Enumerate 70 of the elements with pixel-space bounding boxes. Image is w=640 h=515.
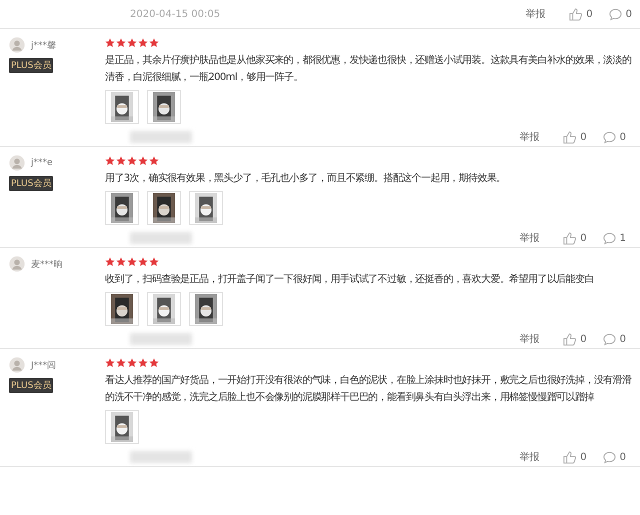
star-icon [116,257,126,267]
report-link[interactable]: 举报 [525,7,546,21]
report-link[interactable]: 举报 [519,130,540,144]
avatar-icon [9,357,25,373]
star-icon [105,38,115,48]
report-link[interactable]: 举报 [519,231,540,245]
star-icon [149,257,159,267]
thumbs-up-icon[interactable] [563,232,576,244]
comment-icon[interactable] [608,8,622,20]
star-icon [138,257,148,267]
like-count: 0 [580,334,587,344]
comment-count: 0 [620,452,626,462]
review-photo[interactable] [105,191,139,225]
comment-count: 1 [620,232,626,244]
review-photo[interactable] [147,90,181,124]
comment-icon[interactable] [602,232,616,244]
comment-count: 0 [626,8,632,20]
star-icon [138,156,148,166]
star-icon [105,358,115,368]
report-link[interactable]: 举报 [519,450,540,464]
like-count: 0 [580,232,587,244]
star-icon [149,358,159,368]
review-text: 用了3次，确实很有效果，黑头少了，毛孔也小多了，而且不紧绷。搭配这个一起用，期待效果。 [105,172,507,186]
review-photo[interactable] [105,410,139,444]
like-count: 0 [580,452,587,462]
thumbs-up-icon[interactable] [569,8,582,20]
star-icon [105,257,115,267]
review-text: 看达人推荐的国产好货品，一开始打开没有很浓的气味，白色的泥状，在脸上涂抹时也好抹开，敷完之后也很好洗掉，没有滑滑的洗不干净的感觉，洗完之后脸上也不会像别的泥膜那样干巴巴的，能看到鼻头有白头浮出来，用棉签慢慢蹭可以蹭掉 [105,374,632,405]
review-photo[interactable] [189,191,223,225]
user-name: j***e [31,158,53,168]
like-count: 0 [586,8,593,20]
user-name: J***闾 [31,360,56,372]
member-badge: PLUS会员 [9,176,54,191]
review-photo[interactable] [105,292,139,326]
report-link[interactable]: 举报 [519,332,540,346]
thumbs-up-icon[interactable] [563,130,576,144]
user-name: 麦***晌 [31,258,62,270]
comment-icon[interactable] [602,332,616,346]
like-count: 0 [580,132,587,142]
star-icon [116,156,126,166]
user-name: j***馨 [31,40,56,52]
review-photo[interactable] [147,191,181,225]
avatar-icon [9,256,25,272]
star-icon [149,156,159,166]
member-badge: PLUS会员 [9,378,54,393]
comment-icon[interactable] [602,450,616,464]
comment-count: 0 [620,334,626,344]
avatar-icon [9,37,25,53]
star-icon [127,38,137,48]
review-text: 收到了，扫码查验是正品，打开盖子闻了一下很好闻，用手试试了不过敏，还挺香的，喜欢大爱。希望用了以后能变白 [105,272,595,287]
review-date: 2020-04-15 00:05 [130,8,220,20]
star-icon [138,358,148,368]
comment-count: 0 [620,132,626,142]
review-photo[interactable] [189,292,223,326]
review-text: 是正品，其余片仔癀护肤品也是从他家买来的，都很优惠，发快递也很快，还赠送小试用装。这款具有美白补水的效果，淡淡的清香，白泥很细腻，一瓶200ml，够用一阵子。 [105,54,632,85]
review-photo[interactable] [105,90,139,124]
star-icon [138,38,148,48]
star-icon [127,257,137,267]
avatar-icon [9,155,25,171]
star-icon [127,358,137,368]
comment-icon[interactable] [602,130,616,144]
thumbs-up-icon[interactable] [563,450,576,464]
star-icon [127,156,137,166]
review-photo[interactable] [147,292,181,326]
thumbs-up-icon[interactable] [563,332,576,346]
star-icon [116,358,126,368]
star-icon [116,38,126,48]
star-icon [105,156,115,166]
member-badge: PLUS会员 [9,58,54,73]
star-icon [149,38,159,48]
